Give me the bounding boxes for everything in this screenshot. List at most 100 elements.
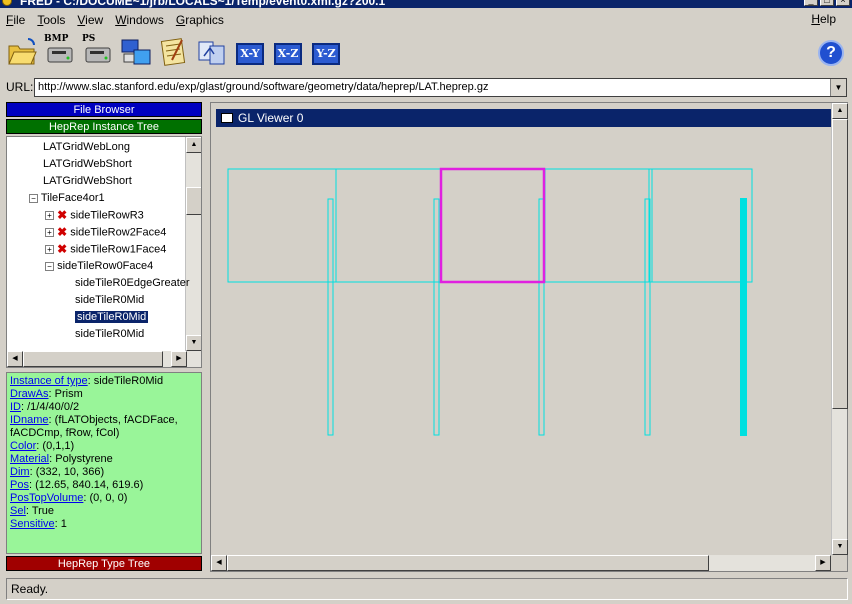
collapse-icon[interactable]: − bbox=[29, 193, 38, 203]
tree-item[interactable]: sideTileR0EdgeGreater bbox=[75, 275, 190, 292]
viewer-scroll-down-button[interactable]: ▼ bbox=[832, 539, 848, 555]
tree-item[interactable]: LATGridWebLong bbox=[43, 139, 130, 156]
menu-bar: File Tools View Windows Graphics Help bbox=[0, 9, 852, 30]
minimize-button[interactable]: _ bbox=[804, 0, 818, 6]
status-bar: Ready. bbox=[6, 578, 848, 600]
tree-item[interactable]: LATGridWebShort bbox=[43, 156, 132, 173]
error-icon: ✖ bbox=[57, 225, 68, 239]
scroll-left-button[interactable]: ◀ bbox=[7, 351, 23, 367]
tree-item-label: sideTileR0Mid bbox=[73, 310, 150, 324]
property-value: (0, 0, 0) bbox=[89, 492, 128, 504]
viewer-vertical-scrollbar[interactable]: ▲ ▼ bbox=[831, 103, 848, 555]
ps-label: PS bbox=[82, 34, 96, 44]
menu-tools[interactable]: Tools bbox=[31, 13, 71, 27]
maximize-button[interactable]: □ bbox=[820, 0, 834, 6]
scroll-right-button[interactable]: ▶ bbox=[171, 351, 187, 367]
collapse-icon[interactable]: − bbox=[45, 261, 54, 271]
instance-tree-tab[interactable]: HepRep Instance Tree bbox=[6, 119, 202, 134]
viewer-scroll-thumb-h[interactable] bbox=[227, 555, 709, 571]
scroll-up-button[interactable]: ▲ bbox=[186, 137, 201, 153]
property-key-link[interactable]: ID bbox=[10, 401, 21, 413]
property-key-link[interactable]: Instance of type bbox=[10, 375, 88, 387]
side-tile[interactable] bbox=[648, 168, 753, 283]
property-row: Instance of type: sideTileR0Mid bbox=[10, 375, 164, 387]
file-browser-tab[interactable]: File Browser bbox=[6, 102, 202, 117]
side-tile[interactable] bbox=[227, 168, 337, 283]
property-row: Pos: (12.65, 840.14, 619.6) bbox=[10, 479, 144, 491]
tree-vertical-scrollbar[interactable]: ▲ ▼ bbox=[185, 137, 201, 351]
gl-viewer-title-bar: GL Viewer 0 bbox=[216, 109, 831, 127]
url-dropdown-button[interactable]: ▼ bbox=[830, 79, 846, 96]
property-key-link[interactable]: Sensitive bbox=[10, 518, 55, 530]
viewer-scroll-thumb[interactable] bbox=[832, 119, 848, 409]
tree-item[interactable]: + ✖ sideTileRowR3 bbox=[45, 207, 144, 224]
property-key-link[interactable]: Dim bbox=[10, 466, 30, 478]
property-row: PosTopVolume: (0, 0, 0) bbox=[10, 492, 128, 504]
url-input[interactable]: http://www.slac.stanford.edu/exp/glast/g… bbox=[34, 78, 847, 97]
save-ps-button[interactable]: PS bbox=[82, 34, 114, 68]
notepad-button[interactable] bbox=[158, 36, 190, 68]
property-key-link[interactable]: Sel bbox=[10, 505, 26, 517]
property-value: (12.65, 840.14, 619.6) bbox=[35, 479, 144, 491]
side-strip[interactable] bbox=[742, 198, 746, 436]
property-row: ID: /1/4/40/0/2 bbox=[10, 401, 80, 413]
properties-panel: Instance of type: sideTileR0Mid DrawAs: P… bbox=[6, 372, 202, 554]
expand-icon[interactable]: + bbox=[45, 228, 54, 237]
property-key-link[interactable]: Pos bbox=[10, 479, 29, 491]
menu-windows[interactable]: Windows bbox=[109, 13, 170, 27]
tree-item[interactable]: + ✖ sideTileRow2Face4 bbox=[45, 224, 166, 241]
expand-icon[interactable]: + bbox=[45, 245, 54, 254]
type-tree-tab[interactable]: HepRep Type Tree bbox=[6, 556, 202, 571]
tree-item[interactable]: + ✖ sideTileRow1Face4 bbox=[45, 241, 166, 258]
tree-item[interactable]: sideTileR0Mid bbox=[73, 309, 150, 326]
tree-item[interactable]: − sideTileRow0Face4 bbox=[45, 258, 153, 275]
tree-item[interactable]: sideTileR0Mid bbox=[75, 326, 144, 343]
tree-horizontal-scrollbar[interactable]: ◀ ▶ bbox=[7, 351, 201, 367]
property-key-link[interactable]: Material bbox=[10, 453, 49, 465]
menu-view[interactable]: View bbox=[71, 13, 109, 27]
viewer-horizontal-scrollbar[interactable]: ◀ ▶ bbox=[211, 555, 831, 571]
selected-tile[interactable] bbox=[439, 167, 546, 284]
scroll-thumb[interactable] bbox=[186, 187, 201, 215]
tree-item[interactable]: − TileFace4or1 bbox=[29, 190, 105, 207]
menu-file[interactable]: File bbox=[0, 13, 31, 27]
tree-item-label: LATGridWebShort bbox=[43, 158, 132, 170]
side-tile[interactable] bbox=[544, 168, 653, 283]
tree-item[interactable]: sideTileR0Mid bbox=[75, 292, 144, 309]
save-bmp-button[interactable]: BMP bbox=[44, 34, 76, 68]
transform-button[interactable] bbox=[196, 36, 228, 68]
url-value: http://www.slac.stanford.edu/exp/glast/g… bbox=[38, 81, 489, 93]
property-value: 1 bbox=[60, 518, 67, 530]
toolbar: BMP PS X-Y X-Z Y-Z ? bbox=[0, 32, 852, 74]
side-strip[interactable] bbox=[327, 198, 334, 436]
windows-layout-button[interactable] bbox=[120, 36, 152, 68]
expand-icon[interactable]: + bbox=[45, 211, 54, 220]
scroll-down-button[interactable]: ▼ bbox=[186, 335, 201, 351]
menu-graphics[interactable]: Graphics bbox=[170, 13, 230, 27]
window-title: FRED - C:/DOCUME~1/jrb/LOCALS~1/Temp/eve… bbox=[20, 0, 386, 8]
view-xy-button[interactable]: X-Y bbox=[236, 43, 264, 65]
side-strip[interactable] bbox=[433, 198, 440, 436]
side-tile[interactable] bbox=[335, 168, 442, 283]
property-key-link[interactable]: DrawAs bbox=[10, 388, 49, 400]
scroll-thumb-h[interactable] bbox=[23, 351, 163, 367]
property-key-link[interactable]: PosTopVolume bbox=[10, 492, 83, 504]
instance-tree: ▲ ▼ ◀ ▶ LATGridWebLong LATGridWebShort LAT… bbox=[6, 136, 202, 368]
view-xz-button[interactable]: X-Z bbox=[274, 43, 302, 65]
open-folder-icon bbox=[8, 38, 37, 65]
help-button[interactable]: ? bbox=[818, 40, 844, 66]
viewer-scroll-up-button[interactable]: ▲ bbox=[832, 103, 848, 119]
open-folder-button[interactable] bbox=[6, 36, 38, 68]
help-icon: ? bbox=[826, 44, 836, 61]
gl-canvas[interactable] bbox=[216, 127, 832, 552]
viewer-scroll-right-button[interactable]: ▶ bbox=[815, 555, 831, 571]
property-key-link[interactable]: Color bbox=[10, 440, 36, 452]
tree-item[interactable]: LATGridWebShort bbox=[43, 173, 132, 190]
viewer-scroll-left-button[interactable]: ◀ bbox=[211, 555, 227, 571]
view-yz-button[interactable]: Y-Z bbox=[312, 43, 340, 65]
tree-item-label: sideTileRow0Face4 bbox=[57, 260, 154, 272]
property-key-link[interactable]: IDname bbox=[10, 414, 49, 426]
close-button[interactable]: × bbox=[836, 0, 850, 6]
menu-help[interactable]: Help bbox=[805, 12, 842, 26]
transform-icon bbox=[198, 41, 225, 65]
